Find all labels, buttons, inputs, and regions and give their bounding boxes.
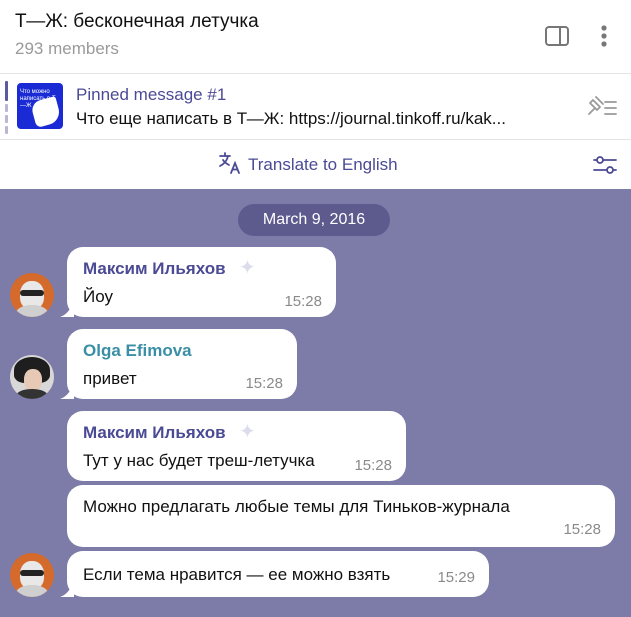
translate-label: Translate to English — [248, 155, 398, 174]
message-bubble[interactable]: Можно предлагать любые темы для Тиньков-… — [67, 485, 615, 547]
message-list[interactable]: March 9, 2016 Максим Ильяхов ✦ Йоу 15:28… — [0, 189, 631, 617]
message-text: Йоу — [83, 287, 113, 306]
message-sender[interactable]: Olga Efimova — [83, 341, 192, 361]
translate-icon — [218, 151, 242, 180]
message-time: 15:28 — [284, 293, 322, 310]
message-text: Тут у нас будет треш-летучка — [83, 451, 315, 470]
message-bubble[interactable]: Olga Efimova привет 15:28 — [60, 329, 297, 399]
pinned-indicator — [5, 81, 8, 134]
chat-title[interactable]: Т—Ж: бесконечная летучка — [15, 11, 259, 33]
sparkle-icon: ✦ — [239, 421, 256, 443]
message-bubble[interactable]: Если тема нравится — ее можно взять 15:2… — [60, 551, 489, 597]
avatar[interactable] — [10, 273, 54, 317]
translate-button[interactable]: Translate to English — [218, 151, 398, 180]
pinned-title: Pinned message #1 — [76, 85, 227, 104]
member-count: 293 members — [15, 39, 119, 58]
translate-bar: Translate to English — [0, 141, 631, 189]
message-time: 15:28 — [563, 521, 601, 538]
message-text: Можно предлагать любые темы для Тиньков-… — [83, 497, 510, 516]
pinned-message-bar[interactable]: Что можно написать в Т—Ж Pinned message … — [0, 75, 631, 140]
avatar[interactable] — [10, 553, 54, 597]
translate-settings-icon[interactable] — [592, 152, 618, 178]
message-time: 15:28 — [245, 375, 283, 392]
chat-header[interactable]: Т—Ж: бесконечная летучка 293 members — [0, 0, 631, 74]
message-sender[interactable]: Максим Ильяхов — [83, 423, 226, 443]
message-bubble[interactable]: Максим Ильяхов ✦ Тут у нас будет треш-ле… — [67, 411, 406, 481]
pinned-text: Что еще написать в Т—Ж: https://journal.… — [76, 109, 506, 128]
message-text: привет — [83, 369, 137, 388]
message-bubble[interactable]: Максим Ильяхов ✦ Йоу 15:28 — [60, 247, 336, 317]
more-vertical-icon[interactable] — [590, 22, 618, 50]
pinned-thumbnail: Что можно написать в Т—Ж — [17, 83, 63, 129]
sidebar-toggle-icon[interactable] — [543, 22, 571, 50]
message-time: 15:28 — [354, 457, 392, 474]
pinned-list-icon[interactable] — [583, 92, 619, 122]
message-time: 15:29 — [437, 569, 475, 586]
avatar[interactable] — [10, 355, 54, 399]
message-text: Если тема нравится — ее можно взять — [83, 565, 391, 584]
message-sender[interactable]: Максим Ильяхов — [83, 259, 226, 279]
date-separator: March 9, 2016 — [238, 204, 390, 236]
sparkle-icon: ✦ — [239, 257, 256, 279]
